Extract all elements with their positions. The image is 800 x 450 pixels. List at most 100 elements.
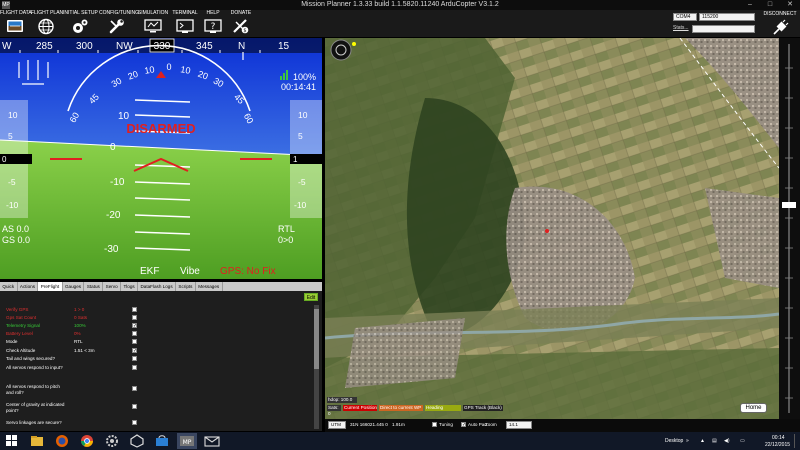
checklist-scrollbar[interactable]: [314, 305, 319, 429]
disconnect-button[interactable]: DISCONNECT: [760, 11, 800, 36]
vibe-status[interactable]: Vibe: [180, 266, 200, 277]
checklist-checkbox[interactable]: [132, 386, 137, 391]
svg-text:?: ?: [211, 22, 216, 32]
maximize-button[interactable]: □: [760, 0, 780, 10]
show-desktop-button[interactable]: [794, 434, 799, 448]
com-port-select[interactable]: COM4: [673, 13, 697, 21]
heading-label: 285: [36, 41, 53, 52]
checklist-checkbox[interactable]: [132, 404, 137, 409]
tab-dataflash-logs[interactable]: DataFlash Logs: [138, 282, 177, 291]
scrollbar-thumb[interactable]: [314, 309, 319, 369]
sats-readout: Sats: 0: [327, 405, 341, 416]
pitch-label: -30: [104, 244, 119, 255]
speed-current: 0: [2, 155, 7, 164]
hud-ground: [0, 140, 322, 279]
current-position-marker[interactable]: [545, 229, 549, 233]
menu-flight-plan[interactable]: FLIGHT PLAN: [31, 10, 64, 37]
mission-planner-taskbar-icon[interactable]: MP: [177, 433, 197, 449]
checklist-desc: Tail and wings secured?: [6, 356, 56, 361]
menu-terminal-label: TERMINAL: [172, 10, 198, 16]
tab-preflight[interactable]: PreFlight: [38, 282, 63, 291]
network-icon[interactable]: ▤: [712, 432, 717, 450]
zoom-select[interactable]: 14.1: [506, 421, 532, 429]
settings-gear-icon[interactable]: [102, 433, 122, 449]
menu-donate-label: DONATE: [230, 10, 252, 16]
altitude-tape-label: 10: [298, 110, 308, 120]
menu-terminal[interactable]: TERMINAL: [171, 10, 199, 37]
menu-config-tuning[interactable]: CONFIG/TUNING: [99, 10, 139, 37]
menu-flight-plan-label: FLIGHT PLAN: [31, 10, 64, 16]
tab-quick[interactable]: Quick: [0, 282, 18, 291]
tab-scripts[interactable]: Scripts: [176, 282, 196, 291]
volume-icon[interactable]: ◀): [724, 432, 730, 450]
tab-servo[interactable]: Servo: [103, 282, 122, 291]
checklist-desc: Center of gravity at indicated point?: [6, 402, 65, 413]
tab-tlogs[interactable]: Tlogs: [121, 282, 139, 291]
zoom-slider-thumb[interactable]: [782, 202, 796, 208]
zoom-slider[interactable]: [779, 38, 800, 419]
satellite-map[interactable]: [325, 38, 779, 419]
explorer-icon[interactable]: [27, 433, 47, 449]
minimize-button[interactable]: –: [740, 0, 760, 10]
windows-start-icon[interactable]: [2, 433, 22, 449]
tab-actions[interactable]: Actions: [18, 282, 39, 291]
gears-icon: [73, 19, 88, 33]
stats-link[interactable]: Stats...: [673, 25, 689, 31]
heading-label: 15: [278, 41, 290, 52]
firefox-icon[interactable]: [52, 433, 72, 449]
ekf-status[interactable]: EKF: [140, 266, 159, 277]
menu-help[interactable]: HELP ?: [201, 10, 225, 37]
autopan-checkbox[interactable]: ✓: [461, 422, 466, 428]
pitch-label: -20: [106, 210, 121, 221]
clock-date[interactable]: 22/12/2015: [765, 442, 790, 450]
hud-panel[interactable]: W 285 300 NW 345 N 15 330 60 45 30 20 10…: [0, 38, 322, 279]
roll-label: 10: [144, 64, 156, 76]
mail-icon[interactable]: [202, 433, 222, 449]
speed-tape-label: 5: [8, 131, 13, 141]
tray-chevron-icon[interactable]: »: [686, 432, 689, 450]
donate-icon: $: [233, 19, 249, 34]
menu-donate[interactable]: DONATE $: [227, 10, 255, 37]
menu-flight-data[interactable]: FLIGHT DATA: [0, 10, 32, 37]
coord-system-select[interactable]: UTM: [328, 421, 346, 429]
checklist-desc: Telemetry Signal: [6, 323, 40, 328]
tab-messages[interactable]: Messages: [196, 282, 223, 291]
simulation-icon: [144, 19, 162, 33]
checklist-checkbox[interactable]: [132, 307, 137, 312]
baud-rate-select[interactable]: 115200: [699, 13, 755, 21]
roll-label: 10: [180, 64, 192, 76]
tray-up-icon[interactable]: ▲: [700, 432, 705, 450]
tuning-checkbox[interactable]: [432, 422, 437, 427]
checklist-desc: Battery Level: [6, 331, 33, 336]
legend-direct-to-wp: Direct to current WP: [379, 405, 423, 411]
menu-flight-data-label: FLIGHT DATA: [0, 10, 32, 16]
checklist-checkbox[interactable]: [132, 365, 137, 370]
checklist-checkbox[interactable]: ✓: [132, 323, 137, 329]
checklist-checkbox[interactable]: [132, 420, 137, 425]
chrome-icon[interactable]: [77, 433, 97, 449]
legend-current-position: Current Position: [343, 405, 377, 411]
close-button[interactable]: ✕: [780, 0, 800, 10]
store-icon[interactable]: [152, 433, 172, 449]
heading-label: 300: [76, 41, 93, 52]
checklist-checkbox[interactable]: [132, 315, 137, 320]
checklist-checkbox[interactable]: [132, 356, 137, 361]
checklist-checkbox[interactable]: [132, 331, 137, 336]
zoom-label: Zoom: [485, 422, 497, 427]
map-compass[interactable]: [330, 39, 352, 61]
edit-button[interactable]: Edit: [304, 293, 318, 301]
tab-gauges[interactable]: Gauges: [63, 282, 85, 291]
home-button[interactable]: Home: [740, 403, 767, 413]
checklist-checkbox[interactable]: [132, 339, 137, 344]
disconnect-label: DISCONNECT: [763, 11, 797, 17]
keyboard-icon[interactable]: ▭: [740, 432, 745, 450]
link-stats-select[interactable]: [692, 25, 755, 33]
menu-simulation[interactable]: SIMULATION: [137, 10, 169, 37]
unity-icon[interactable]: [127, 433, 147, 449]
desktop-toolbar-label[interactable]: Desktop: [665, 432, 683, 450]
menu-initial-setup[interactable]: INITIAL SETUP: [63, 10, 98, 37]
checklist-checkbox[interactable]: ✓: [132, 348, 137, 354]
tab-status[interactable]: Status: [84, 282, 104, 291]
hdop-readout: hdop: 100.0: [327, 397, 357, 403]
groundspeed-readout: GS 0.0: [2, 235, 30, 245]
